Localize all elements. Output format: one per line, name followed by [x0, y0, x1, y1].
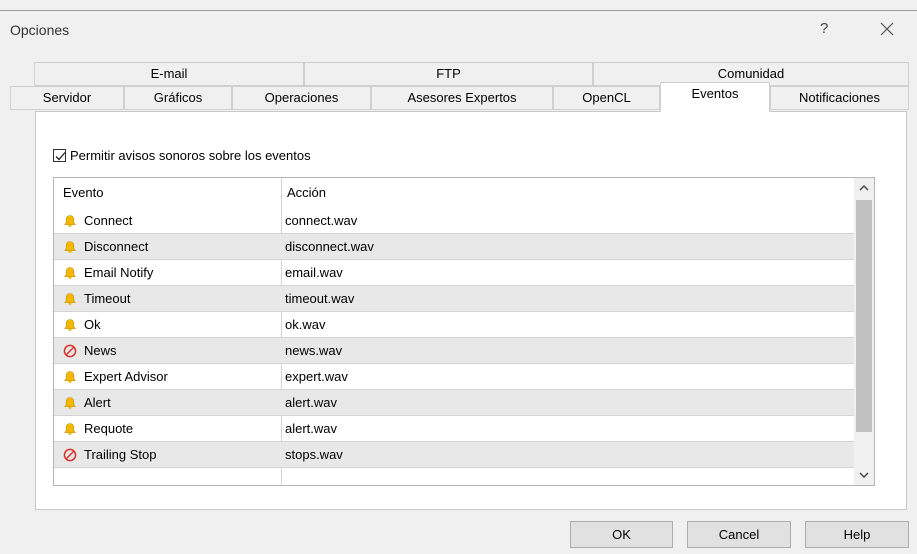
window-title: Opciones — [10, 22, 70, 38]
event-action[interactable]: email.wav — [285, 260, 343, 286]
event-action[interactable]: disconnect.wav — [285, 234, 374, 260]
bell-icon — [63, 370, 77, 384]
column-header-event[interactable]: Evento — [63, 178, 103, 208]
list-item[interactable]: Connect connect.wav — [54, 208, 854, 234]
disabled-icon — [63, 344, 77, 358]
help-icon[interactable]: ? — [820, 20, 828, 37]
scroll-down-icon[interactable] — [854, 465, 874, 485]
tab-operaciones[interactable]: Operaciones — [232, 86, 371, 110]
disabled-icon — [63, 448, 77, 462]
tab-email[interactable]: E-mail — [34, 62, 304, 86]
event-name: Requote — [84, 421, 134, 436]
bell-icon — [63, 240, 77, 254]
event-name: Alert — [84, 395, 111, 410]
event-name: News — [84, 343, 117, 358]
list-item[interactable]: Ok ok.wav — [54, 312, 854, 338]
event-action[interactable]: connect.wav — [285, 208, 357, 234]
list-item[interactable]: Trailing Stop stops.wav — [54, 442, 854, 468]
bell-icon — [63, 318, 77, 332]
tab-asesores-expertos[interactable]: Asesores Expertos — [371, 86, 553, 110]
event-name: Expert Advisor — [84, 369, 168, 384]
list-item[interactable]: Alert alert.wav — [54, 390, 854, 416]
close-icon[interactable] — [876, 18, 898, 40]
list-item[interactable]: Email Notify email.wav — [54, 260, 854, 286]
events-list[interactable]: Evento Acción Connect connect.wav Disconne… — [53, 177, 875, 486]
tab-servidor[interactable]: Servidor — [10, 86, 124, 110]
event-action[interactable]: news.wav — [285, 338, 342, 364]
event-action[interactable]: timeout.wav — [285, 286, 354, 312]
event-action[interactable]: ok.wav — [285, 312, 325, 338]
tab-eventos[interactable]: Eventos — [660, 82, 770, 112]
cancel-button[interactable]: Cancel — [687, 521, 791, 548]
event-action[interactable]: stops.wav — [285, 442, 343, 468]
enable-sounds-row[interactable]: Permitir avisos sonoros sobre los evento… — [53, 148, 311, 163]
checkmark-icon — [55, 152, 66, 161]
list-item[interactable]: Disconnect disconnect.wav — [54, 234, 854, 260]
event-name: Trailing Stop — [84, 447, 157, 462]
enable-sounds-checkbox[interactable] — [53, 149, 66, 162]
bell-icon — [63, 266, 77, 280]
bell-icon — [63, 214, 77, 228]
tab-notificaciones[interactable]: Notificaciones — [770, 86, 909, 110]
bell-icon — [63, 396, 77, 410]
column-header-action[interactable]: Acción — [287, 178, 326, 208]
vertical-scrollbar[interactable] — [854, 178, 874, 485]
tab-graficos[interactable]: Gráficos — [124, 86, 232, 110]
event-name: Connect — [84, 213, 133, 228]
tab-ftp[interactable]: FTP — [304, 62, 593, 86]
bell-icon — [63, 422, 77, 436]
list-item[interactable]: Expert Advisor expert.wav — [54, 364, 854, 390]
list-item[interactable]: Requote alert.wav — [54, 416, 854, 442]
list-item[interactable]: News news.wav — [54, 338, 854, 364]
title-bar: Opciones ? — [0, 11, 917, 51]
event-action[interactable]: alert.wav — [285, 416, 337, 442]
bell-icon — [63, 292, 77, 306]
tab-opencl[interactable]: OpenCL — [553, 86, 660, 110]
list-item[interactable]: Timeout timeout.wav — [54, 286, 854, 312]
enable-sounds-label: Permitir avisos sonoros sobre los evento… — [70, 148, 311, 163]
events-rows: Connect connect.wav Disconnect disconnect.w… — [54, 208, 854, 468]
event-name: Timeout — [84, 291, 131, 306]
event-name: Email Notify — [84, 265, 154, 280]
event-action[interactable]: expert.wav — [285, 364, 348, 390]
ok-button[interactable]: OK — [570, 521, 673, 548]
event-name: Ok — [84, 317, 101, 332]
tab-strip: E-mail FTP Comunidad Servidor Gráficos O… — [10, 62, 909, 114]
event-name: Disconnect — [84, 239, 149, 254]
event-action[interactable]: alert.wav — [285, 390, 337, 416]
help-button[interactable]: Help — [805, 521, 909, 548]
list-header: Evento Acción — [54, 178, 854, 485]
events-tab-panel: Permitir avisos sonoros sobre los evento… — [35, 111, 907, 510]
scrollbar-thumb[interactable] — [856, 200, 872, 432]
scroll-up-icon[interactable] — [854, 178, 874, 198]
